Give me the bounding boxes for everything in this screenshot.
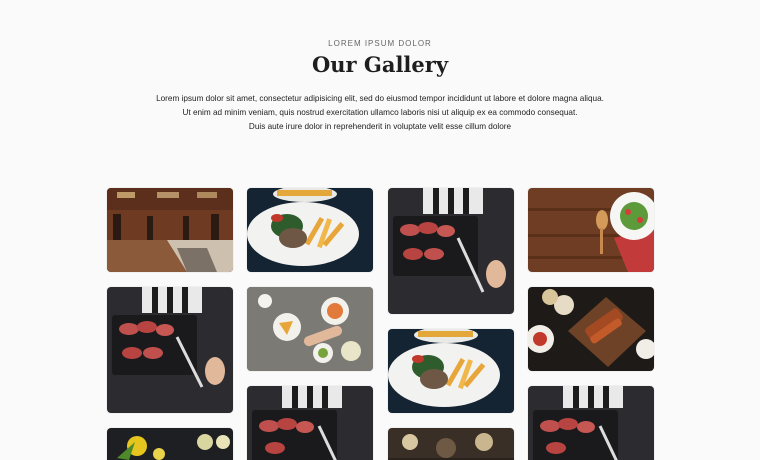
gallery-photo-steak-and-fries-plate[interactable] bbox=[388, 329, 514, 413]
gallery-photo-sliced-steak-board[interactable] bbox=[528, 386, 654, 460]
gallery-photo-grilled-ribs-board[interactable] bbox=[528, 287, 654, 371]
description-line: Duis aute irure dolor in reprehenderit i… bbox=[248, 122, 512, 131]
page-title: Our Gallery bbox=[311, 52, 449, 77]
gallery-photo-salad-on-wood-table[interactable] bbox=[528, 188, 654, 272]
gallery-photo-sliced-steak-board[interactable] bbox=[388, 188, 514, 314]
gallery-photo-sliced-steak-board[interactable] bbox=[247, 386, 373, 460]
gallery-photo-shared-dishes-table[interactable] bbox=[247, 287, 373, 371]
description-line: Ut enim ad minim veniam, quis nostrud ex… bbox=[182, 108, 578, 117]
gallery-photo-lemon-and-greens[interactable] bbox=[107, 428, 233, 460]
description-line: Lorem ipsum dolor sit amet, consectetur … bbox=[156, 94, 604, 103]
gallery-photo-sliced-steak-board[interactable] bbox=[107, 287, 233, 413]
gallery-photo-restaurant-interior[interactable] bbox=[107, 188, 233, 272]
section-eyebrow: LOREM IPSUM DOLOR bbox=[328, 39, 432, 48]
gallery-photo-steak-and-fries-plate[interactable] bbox=[247, 188, 373, 272]
section-description: Lorem ipsum dolor sit amet, consectetur … bbox=[0, 92, 760, 134]
gallery-photo-dark-table-dishes[interactable] bbox=[388, 428, 514, 460]
